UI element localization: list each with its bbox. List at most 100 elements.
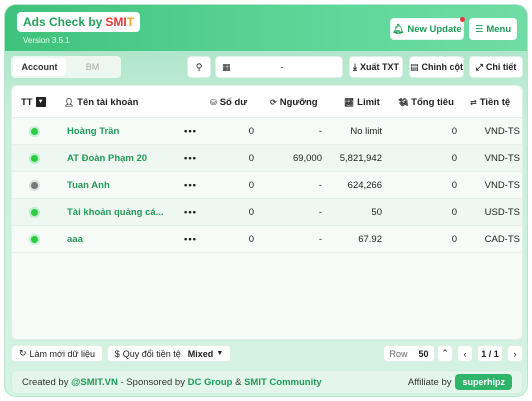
spent-value: 0: [451, 234, 457, 245]
prev-page-button[interactable]: ‹: [457, 345, 473, 362]
convert-select[interactable]: Mixed: [188, 349, 214, 359]
bell-icon: 🔔︎: [392, 23, 405, 35]
table-row[interactable]: Tuan Anh ••• 0 - 624,266 0 VND-TS: [12, 172, 522, 199]
col-spent[interactable]: 💸︎ Tổng tiêu: [398, 86, 454, 118]
limit-value: 67.92: [358, 234, 382, 245]
rows-up-button[interactable]: ⌃: [437, 345, 453, 362]
tab-account[interactable]: Account: [13, 58, 66, 76]
affiliate-badge[interactable]: superhipz: [455, 374, 512, 390]
currency-icon: ⇄: [470, 97, 477, 107]
table-row[interactable]: aaa ••• 0 - 67.92 0 CAD-TS: [12, 226, 522, 253]
balance-value: 0: [248, 180, 254, 191]
app-logo: Ads Check by SMIT: [17, 12, 141, 32]
threshold-value: -: [318, 207, 322, 218]
notification-dot: [460, 17, 465, 22]
refresh-data-button[interactable]: ↻ Làm mới dữ liệu: [11, 345, 103, 362]
app-header: Ads Check by SMIT Version 3.5.1 🔔︎ New U…: [5, 5, 527, 51]
smit-community-link[interactable]: SMIT Community: [244, 377, 322, 388]
sponsored-label: - Sponsored by: [120, 376, 185, 388]
balance-value: 0: [248, 153, 254, 164]
threshold-icon: ⟳: [270, 97, 277, 107]
account-name[interactable]: Tuan Anh: [67, 172, 110, 199]
col-status[interactable]: TT ▼: [21, 86, 46, 118]
status-dot: [31, 182, 38, 189]
hamburger-icon: ☰: [474, 23, 484, 35]
date-range-picker[interactable]: ▦ -: [215, 56, 343, 78]
app-name: Ads Check by: [23, 15, 103, 29]
created-by-label: Created by: [22, 376, 69, 388]
edit-columns-button[interactable]: ▤ Chỉnh cột: [409, 56, 464, 78]
table-icon: ▤: [410, 61, 419, 72]
status-dot: [31, 209, 38, 216]
chevron-down-icon: ▼: [216, 350, 224, 357]
status-dot: [31, 128, 38, 135]
dc-group-link[interactable]: DC Group: [188, 377, 233, 388]
next-page-button[interactable]: ›: [507, 345, 523, 362]
limit-value: 624,266: [347, 180, 382, 191]
convert-label: Quy đổi tiền tệ: [122, 348, 181, 359]
more-options-icon[interactable]: •••: [184, 118, 197, 145]
balance-value: 0: [248, 207, 254, 218]
refresh-label: Làm mới dữ liệu: [29, 348, 95, 359]
table-row[interactable]: Hoàng Trần ••• 0 - No limit 0 VND-TS: [12, 118, 522, 145]
account-name[interactable]: Hoàng Trần: [67, 118, 119, 145]
currency-value: USD-TS: [484, 207, 520, 218]
user-icon: 👤︎: [64, 97, 75, 107]
new-update-button[interactable]: 🔔︎ New Update: [390, 17, 465, 40]
account-name[interactable]: Tài khoản quảng cá...: [67, 199, 164, 226]
more-options-icon[interactable]: •••: [184, 145, 197, 172]
threshold-value: 69,000: [292, 153, 322, 164]
details-button[interactable]: ⤢ Chi tiết: [469, 56, 523, 78]
export-txt-button[interactable]: ⤓ Xuất TXT: [349, 56, 403, 78]
rows-per-page[interactable]: Row 50: [383, 345, 435, 362]
account-bm-tabs: Account BM: [11, 56, 121, 78]
balance-value: 0: [248, 234, 254, 245]
table-row[interactable]: Tài khoản quảng cá... ••• 0 - 50 0 USD-T…: [12, 199, 522, 226]
version-label: Version 3.5.1: [23, 36, 70, 45]
table-header: TT ▼ 👤︎ Tên tài khoản ⛁ Số dư ⟳ Ngưỡng 📈…: [12, 86, 522, 118]
currency-value: VND-TS: [484, 153, 520, 164]
row-value: 50: [418, 348, 429, 359]
tab-bm[interactable]: BM: [66, 58, 119, 76]
smit-vn-link[interactable]: @SMIT.VN: [71, 377, 118, 388]
threshold-value: -: [318, 126, 322, 137]
download-icon: ⤓: [353, 61, 357, 72]
more-options-icon[interactable]: •••: [184, 172, 197, 199]
extension-window: Ads Check by SMIT Version 3.5.1 🔔︎ New U…: [4, 4, 528, 397]
status-dot: [31, 155, 38, 162]
col-balance[interactable]: ⛁ Số dư: [210, 86, 247, 118]
currency-convert-control[interactable]: $ Quy đổi tiền tệ Mixed ▼: [107, 345, 231, 362]
more-options-icon[interactable]: •••: [184, 199, 197, 226]
col-name[interactable]: 👤︎ Tên tài khoản: [64, 86, 138, 118]
coins-icon: ⛁: [210, 97, 217, 107]
export-label: Xuất TXT: [359, 62, 399, 72]
threshold-value: -: [318, 234, 322, 245]
account-name[interactable]: AT Đoàn Phạm 20: [67, 145, 147, 172]
row-label: Row: [389, 348, 408, 359]
calendar-icon: ▦: [222, 61, 231, 72]
accounts-table: TT ▼ 👤︎ Tên tài khoản ⛁ Số dư ⟳ Ngưỡng 📈…: [11, 85, 523, 340]
limit-value: 50: [371, 207, 382, 218]
new-update-label: New Update: [407, 23, 462, 35]
currency-value: CAD-TS: [484, 234, 520, 245]
col-limit[interactable]: 📈︎ Limit: [344, 86, 380, 118]
money-icon: 💸︎: [398, 97, 409, 107]
menu-button[interactable]: ☰ Menu: [469, 18, 517, 40]
search-icon: ⚲: [195, 61, 203, 72]
spent-value: 0: [451, 153, 457, 164]
date-range-value: -: [280, 62, 284, 72]
col-threshold[interactable]: ⟳ Ngưỡng: [270, 86, 318, 118]
limit-value: 5,821,942: [339, 153, 382, 164]
brand-logo: SMIT: [105, 15, 135, 29]
account-name[interactable]: aaa: [67, 226, 83, 253]
search-button[interactable]: ⚲: [187, 56, 211, 78]
dollar-circle-icon: $: [114, 348, 120, 359]
more-options-icon[interactable]: •••: [184, 226, 197, 253]
sort-dropdown-icon[interactable]: ▼: [35, 97, 46, 107]
chart-icon: 📈︎: [344, 97, 355, 107]
threshold-value: -: [318, 180, 322, 191]
table-row[interactable]: AT Đoàn Phạm 20 ••• 0 69,000 5,821,942 0…: [12, 145, 522, 172]
col-currency[interactable]: ⇄ Tiền tệ: [470, 86, 510, 118]
refresh-icon: ↻: [19, 348, 27, 358]
chevron-right-icon: ›: [513, 348, 517, 359]
